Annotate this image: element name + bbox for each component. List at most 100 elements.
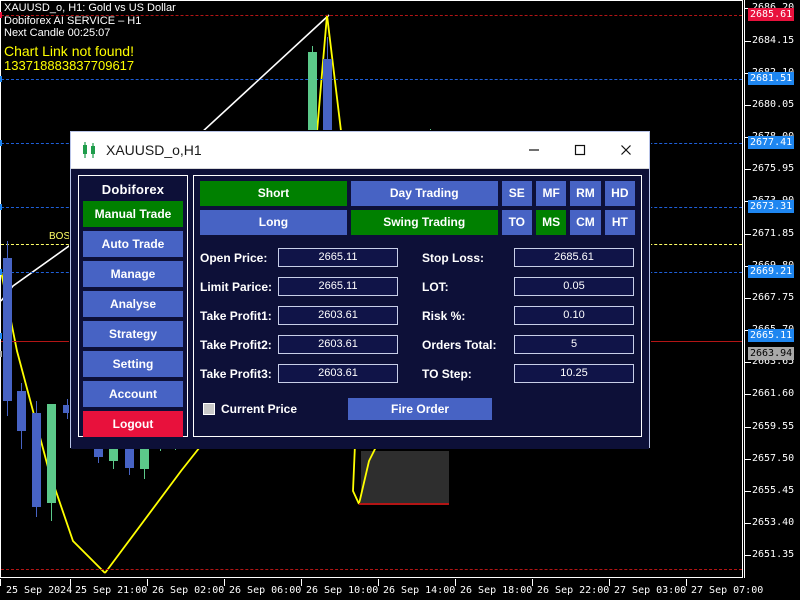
time-tick-label: 27 Sep 03:00 bbox=[614, 585, 687, 596]
toolbar-row-trade-style: Long Swing Trading TO MS CM HT bbox=[200, 210, 635, 235]
toolbar-button-mf[interactable]: MF bbox=[535, 181, 567, 206]
price-tag[interactable]: 2685.61 bbox=[748, 8, 795, 21]
panel-titlebar[interactable]: XAUUSD_o,H1 bbox=[71, 132, 649, 169]
chart-service-line: Dobiforex AI SERVICE – H1 bbox=[4, 14, 142, 27]
toolbar-button-day-trading[interactable]: Day Trading bbox=[350, 181, 498, 206]
price-tick bbox=[744, 298, 751, 299]
time-scale[interactable]: 25 Sep 2024 25 Sep 21:00 26 Sep 02:00 26 Se… bbox=[0, 579, 800, 600]
field-label: Limit Parice: bbox=[200, 279, 273, 294]
sidebar-item-setting[interactable]: Setting bbox=[83, 351, 183, 377]
price-tick bbox=[744, 394, 751, 395]
toolbar-button-short[interactable]: Short bbox=[200, 181, 347, 206]
level-line-support-1 bbox=[1, 79, 742, 80]
sidebar-item-manual-trade[interactable]: Manual Trade bbox=[83, 201, 183, 227]
price-tick-label: 2661.60 bbox=[752, 388, 795, 399]
toolbar-button-cm[interactable]: CM bbox=[570, 210, 601, 235]
toolbar-button-ms[interactable]: MS bbox=[535, 210, 567, 235]
field-input[interactable] bbox=[278, 248, 398, 267]
candle-body bbox=[32, 413, 41, 507]
panel-title: XAUUSD_o,H1 bbox=[106, 142, 202, 158]
toolbar-row-trade-direction: Short Day Trading SE MF RM HD bbox=[200, 181, 635, 206]
panel-content: Short Day Trading SE MF RM HD Long Swing Tradi… bbox=[193, 175, 642, 437]
field-input[interactable] bbox=[278, 277, 398, 296]
field-label: Take Profit2: bbox=[200, 337, 272, 352]
order-form: Open Price: Stop Loss: Limit Parice: LOT: Ta… bbox=[200, 243, 635, 388]
price-tag-handle[interactable] bbox=[0, 12, 2, 18]
time-tick-label: 27 Sep 07:00 bbox=[691, 585, 764, 596]
price-tick-label: 2655.45 bbox=[752, 485, 795, 496]
price-tag[interactable]: 2681.51 bbox=[748, 72, 795, 85]
toolbar-button-long[interactable]: Long bbox=[200, 210, 347, 235]
price-tag-handle[interactable] bbox=[0, 140, 2, 146]
close-icon[interactable] bbox=[603, 132, 649, 168]
price-tick-label: 2653.40 bbox=[752, 517, 795, 528]
current-price-checkbox[interactable] bbox=[203, 403, 215, 415]
sidebar-item-logout[interactable]: Logout bbox=[83, 411, 183, 437]
price-tick bbox=[744, 234, 751, 235]
field-input[interactable] bbox=[278, 306, 398, 325]
trade-zone-box bbox=[361, 451, 449, 503]
field-input[interactable] bbox=[514, 335, 634, 354]
sidebar-item-auto-trade[interactable]: Auto Trade bbox=[83, 231, 183, 257]
toolbar-button-to[interactable]: TO bbox=[501, 210, 532, 235]
candle-body bbox=[47, 404, 56, 503]
sidebar-item-strategy[interactable]: Strategy bbox=[83, 321, 183, 347]
toolbar-button-hd[interactable]: HD bbox=[604, 181, 635, 206]
price-tag-handle[interactable] bbox=[0, 76, 2, 82]
price-tag[interactable]: 2665.11 bbox=[748, 329, 795, 342]
sidebar-item-manage[interactable]: Manage bbox=[83, 261, 183, 287]
order-form-footer: Current Price Fire Order bbox=[200, 398, 635, 420]
time-tick-label: 25 Sep 2024 bbox=[6, 585, 73, 596]
time-tick-label: 26 Sep 14:00 bbox=[383, 585, 456, 596]
order-form-row: Take Profit3: TO Step: bbox=[200, 359, 635, 388]
time-tick-label: 26 Sep 02:00 bbox=[152, 585, 225, 596]
panel-sidebar: Dobiforex Manual Trade Auto Trade Manage An… bbox=[78, 175, 188, 437]
price-tick-label: 2667.75 bbox=[752, 292, 795, 303]
field-input[interactable] bbox=[278, 335, 398, 354]
price-tick-label: 2684.15 bbox=[752, 35, 795, 46]
toolbar-button-se[interactable]: SE bbox=[501, 181, 532, 206]
field-input[interactable] bbox=[514, 364, 634, 383]
price-tag-handle[interactable] bbox=[0, 351, 2, 357]
dobiforex-trade-panel[interactable]: XAUUSD_o,H1 Dobiforex Manual Trade Auto T… bbox=[70, 131, 650, 449]
price-tick bbox=[744, 362, 751, 363]
current-price-label: Current Price bbox=[221, 402, 298, 416]
price-tag[interactable]: 2663.94 bbox=[748, 347, 795, 360]
price-tag[interactable]: 2673.31 bbox=[748, 200, 795, 213]
toolbar-button-rm[interactable]: RM bbox=[570, 181, 601, 206]
time-separator bbox=[0, 579, 1, 586]
toolbar-button-ht[interactable]: HT bbox=[604, 210, 635, 235]
price-tick bbox=[744, 459, 751, 460]
order-form-row: Take Profit2: Orders Total: bbox=[200, 330, 635, 359]
price-tag-handle[interactable] bbox=[0, 333, 2, 339]
sidebar-item-account[interactable]: Account bbox=[83, 381, 183, 407]
field-input[interactable] bbox=[514, 248, 634, 267]
time-tick-label: 26 Sep 10:00 bbox=[306, 585, 379, 596]
price-tag[interactable]: 2677.41 bbox=[748, 136, 795, 149]
time-tick-label: 26 Sep 22:00 bbox=[537, 585, 610, 596]
maximize-icon[interactable] bbox=[557, 132, 603, 168]
sidebar-item-analyse[interactable]: Analyse bbox=[83, 291, 183, 317]
minimize-icon[interactable] bbox=[511, 132, 557, 168]
toolbar-button-swing-trading[interactable]: Swing Trading bbox=[350, 210, 498, 235]
field-input[interactable] bbox=[514, 277, 634, 296]
price-tick bbox=[744, 555, 751, 556]
price-scale[interactable]: 2686.202684.152682.102680.052678.002675.… bbox=[744, 0, 800, 578]
price-tag[interactable]: 2669.21 bbox=[748, 265, 795, 278]
candle-body bbox=[308, 52, 317, 136]
order-form-row: Limit Parice: LOT: bbox=[200, 272, 635, 301]
price-tag-handle[interactable] bbox=[0, 269, 2, 275]
price-tag-handle[interactable] bbox=[0, 204, 2, 210]
field-input[interactable] bbox=[514, 306, 634, 325]
next-candle-timer: Next Candle 00:25:07 bbox=[4, 27, 111, 40]
field-label: TO Step: bbox=[422, 366, 472, 381]
price-tick bbox=[744, 105, 751, 106]
panel-body: Dobiforex Manual Trade Auto Trade Manage An… bbox=[71, 169, 649, 449]
field-input[interactable] bbox=[278, 364, 398, 383]
candlestick-icon bbox=[80, 141, 98, 159]
price-tick bbox=[744, 523, 751, 524]
field-label: Open Price: bbox=[200, 250, 268, 265]
price-tick bbox=[744, 491, 751, 492]
fire-order-button[interactable]: Fire Order bbox=[348, 398, 493, 420]
chart-symbol-line: XAUUSD_o, H1: Gold vs US Dollar bbox=[4, 2, 176, 14]
